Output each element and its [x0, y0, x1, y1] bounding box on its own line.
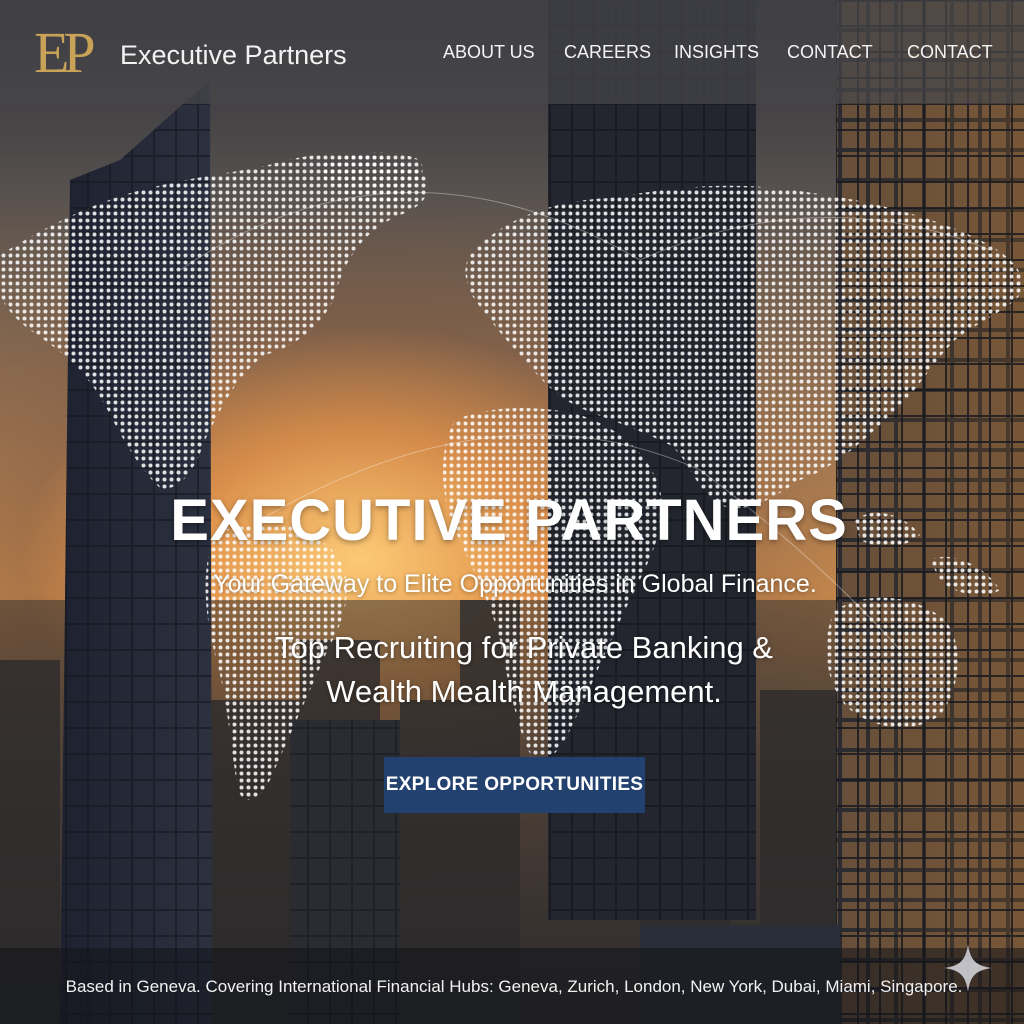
nav-contact-secondary[interactable]: CONTACT [907, 38, 993, 66]
hero-title: EXECUTIVE PARTNERS [170, 488, 848, 553]
site-header: EP Executive Partners ABOUT US CAREERS I… [0, 0, 1024, 104]
nav-about-us[interactable]: ABOUT US [443, 38, 535, 66]
hero-tagline-line-2: Wealth Mealth Management. [326, 674, 722, 709]
hero-tagline: Top Recruiting for Private Banking & Wea… [0, 626, 1024, 714]
nav-careers[interactable]: CAREERS [564, 38, 651, 66]
hero-subtitle: Your Gateway to Elite Opportunities in G… [213, 570, 817, 598]
footer-locations-text: Based in Geneva. Covering International … [65, 977, 963, 996]
main-nav: ABOUT US CAREERS INSIGHTS CONTACT CONTAC… [0, 38, 1024, 68]
sparkle-icon [944, 944, 992, 992]
nav-contact[interactable]: CONTACT [787, 38, 873, 66]
hero-tagline-line-1: Top Recruiting for Private Banking & [275, 630, 773, 665]
nav-insights[interactable]: INSIGHTS [674, 38, 759, 66]
explore-opportunities-button[interactable]: EXPLORE OPPORTUNITIES [384, 757, 645, 813]
